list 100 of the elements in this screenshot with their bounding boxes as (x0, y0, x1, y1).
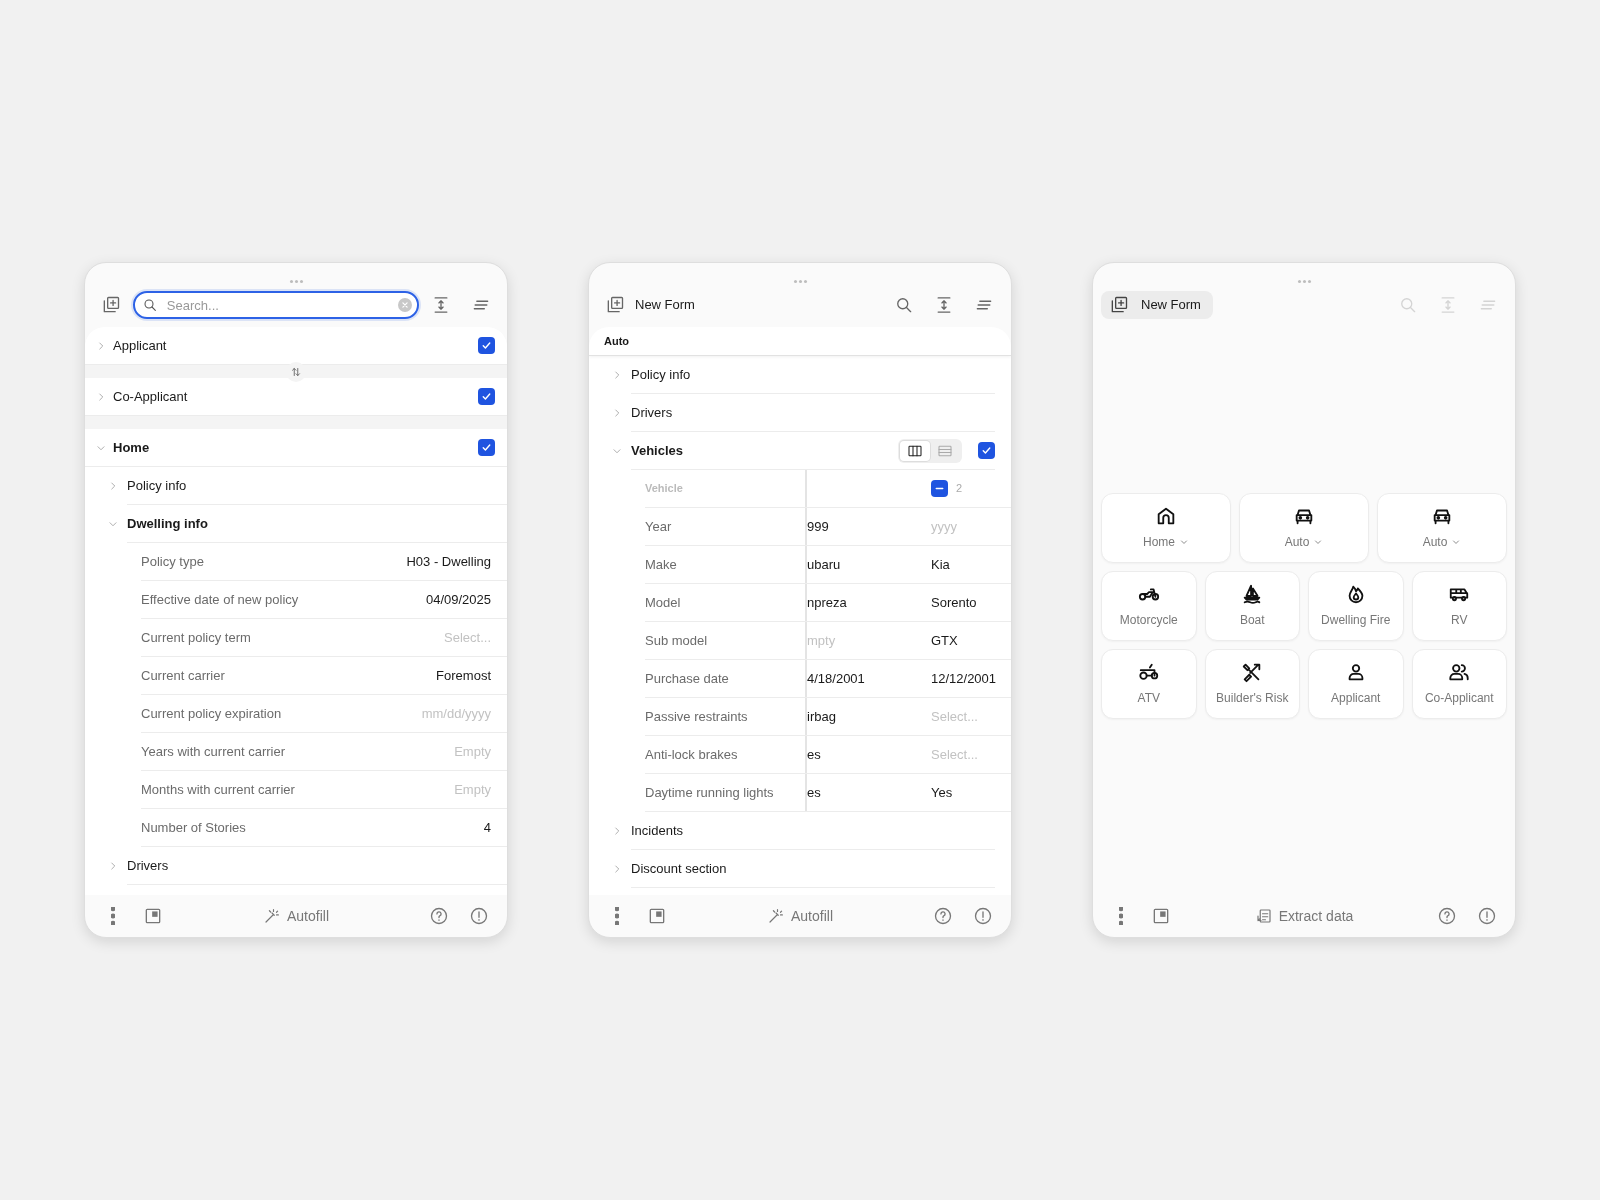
subsection-title: Discount section (631, 859, 728, 878)
product-tile[interactable]: RV (1411, 571, 1507, 641)
field-label: Purchase date (645, 669, 729, 688)
field-label: Effective date of new policy (141, 590, 299, 609)
field-label: Sub model (645, 631, 708, 650)
field-value: 4/18/2001 (807, 669, 865, 688)
product-tile[interactable]: Motorcycle (1101, 571, 1197, 641)
alert-icon (973, 906, 993, 926)
field-label: Current carrier (141, 666, 225, 685)
field-label: Make (645, 555, 677, 574)
checkbox[interactable] (978, 442, 995, 459)
field-label: Number of Stories (141, 818, 246, 837)
section-title: Home (113, 438, 151, 457)
section-title: Applicant (113, 336, 168, 355)
subsection-title: Policy info (127, 467, 507, 505)
more-icon (1119, 907, 1123, 925)
drag-handle[interactable] (793, 280, 807, 283)
panel-icon (1151, 906, 1171, 926)
field-label: Policy type (141, 552, 204, 571)
field-value: H03 - Dwelling (406, 552, 491, 571)
house-icon (1155, 505, 1177, 527)
field-value: es (807, 745, 821, 764)
checkmark-icon (480, 390, 493, 403)
atv-icon (1137, 661, 1160, 683)
checkbox[interactable] (478, 388, 495, 405)
new-form-icon (1109, 295, 1129, 315)
more-icon (111, 907, 115, 925)
new-form-button[interactable]: New Form (1101, 291, 1213, 319)
field-value: Kia (931, 555, 950, 574)
checkmark-icon (480, 441, 493, 454)
column-header: Vehicle (645, 481, 683, 497)
subsection-title: Policy info (631, 365, 692, 384)
extract-data-button[interactable]: Extract data (1248, 901, 1360, 931)
product-tile[interactable]: Builder's Risk (1204, 649, 1300, 719)
field-label: Years with current carrier (141, 742, 285, 761)
checkmark-icon (480, 339, 493, 352)
subsection-title: Incidents (631, 821, 685, 840)
product-tile[interactable]: Applicant (1308, 649, 1404, 719)
magic-wand-icon (263, 907, 281, 925)
two-people-icon (1448, 661, 1471, 683)
section-title: Co-Applicant (113, 387, 189, 406)
help-icon (429, 906, 449, 926)
drag-handle[interactable] (289, 280, 303, 283)
field-label: Anti-lock brakes (645, 745, 738, 764)
field-value: 12/12/2001 (931, 669, 997, 688)
subsection-title: Vehicles (631, 441, 685, 460)
field-value: npreza (807, 593, 847, 612)
search-icon (1398, 295, 1418, 315)
search-icon (141, 297, 158, 313)
x-icon (400, 300, 411, 310)
product-tile[interactable]: ATV (1101, 649, 1197, 719)
checkbox[interactable] (478, 439, 495, 456)
field-value: irbag (807, 707, 836, 726)
columns-view-icon[interactable] (900, 440, 930, 461)
column-count: 2 (956, 481, 963, 497)
autofill-button[interactable]: Autofill (257, 901, 335, 931)
product-tile[interactable]: Auto (1377, 493, 1507, 563)
field-label: Model (645, 593, 681, 612)
field-label: Daytime running lights (645, 783, 774, 802)
search-field[interactable]: Search... (132, 291, 420, 319)
field-value: Yes (931, 783, 953, 802)
subsection-title: Drivers (127, 847, 507, 885)
new-form-button[interactable]: New Form (599, 290, 701, 320)
checkbox[interactable] (931, 480, 948, 497)
drag-handle[interactable] (1297, 280, 1311, 283)
field-label: Current policy expiration (141, 704, 282, 723)
panel-icon (143, 906, 163, 926)
field-value: 999 (807, 517, 829, 536)
search-icon (894, 295, 914, 315)
help-icon (1437, 906, 1457, 926)
field-value: es (807, 783, 821, 802)
panel-icon (647, 906, 667, 926)
help-icon (933, 906, 953, 926)
product-tile[interactable]: Boat (1204, 571, 1300, 641)
product-tile[interactable]: Auto (1239, 493, 1369, 563)
field-label: Year (645, 517, 672, 536)
checkmark-icon (980, 444, 993, 457)
field-value: 4 (483, 818, 491, 837)
field-label: Passive restraints (645, 707, 748, 726)
more-icon (615, 907, 619, 925)
field-value: ubaru (807, 555, 841, 574)
product-tile[interactable]: Co-Applicant (1411, 649, 1507, 719)
new-form-icon (605, 295, 625, 315)
product-tile[interactable]: Home (1101, 493, 1231, 563)
autofill-button[interactable]: Autofill (761, 901, 839, 931)
field-value: GTX (931, 631, 958, 650)
subsection-title: Drivers (631, 403, 674, 422)
field-value: 04/09/2025 (425, 590, 491, 609)
field-label: Current policy term (141, 628, 251, 647)
group-title: Auto (604, 333, 630, 349)
checkbox[interactable] (478, 337, 495, 354)
subsection-title: Dwelling info (127, 505, 507, 543)
field-value: Foremost (436, 666, 491, 685)
alert-icon (469, 906, 489, 926)
product-tile[interactable]: Dwelling Fire (1308, 571, 1404, 641)
document-list-icon (1254, 907, 1273, 925)
field-value: Sorento (931, 593, 977, 612)
magic-wand-icon (767, 907, 785, 925)
field-label: Months with current carrier (141, 780, 295, 799)
view-toggle[interactable] (898, 438, 962, 463)
